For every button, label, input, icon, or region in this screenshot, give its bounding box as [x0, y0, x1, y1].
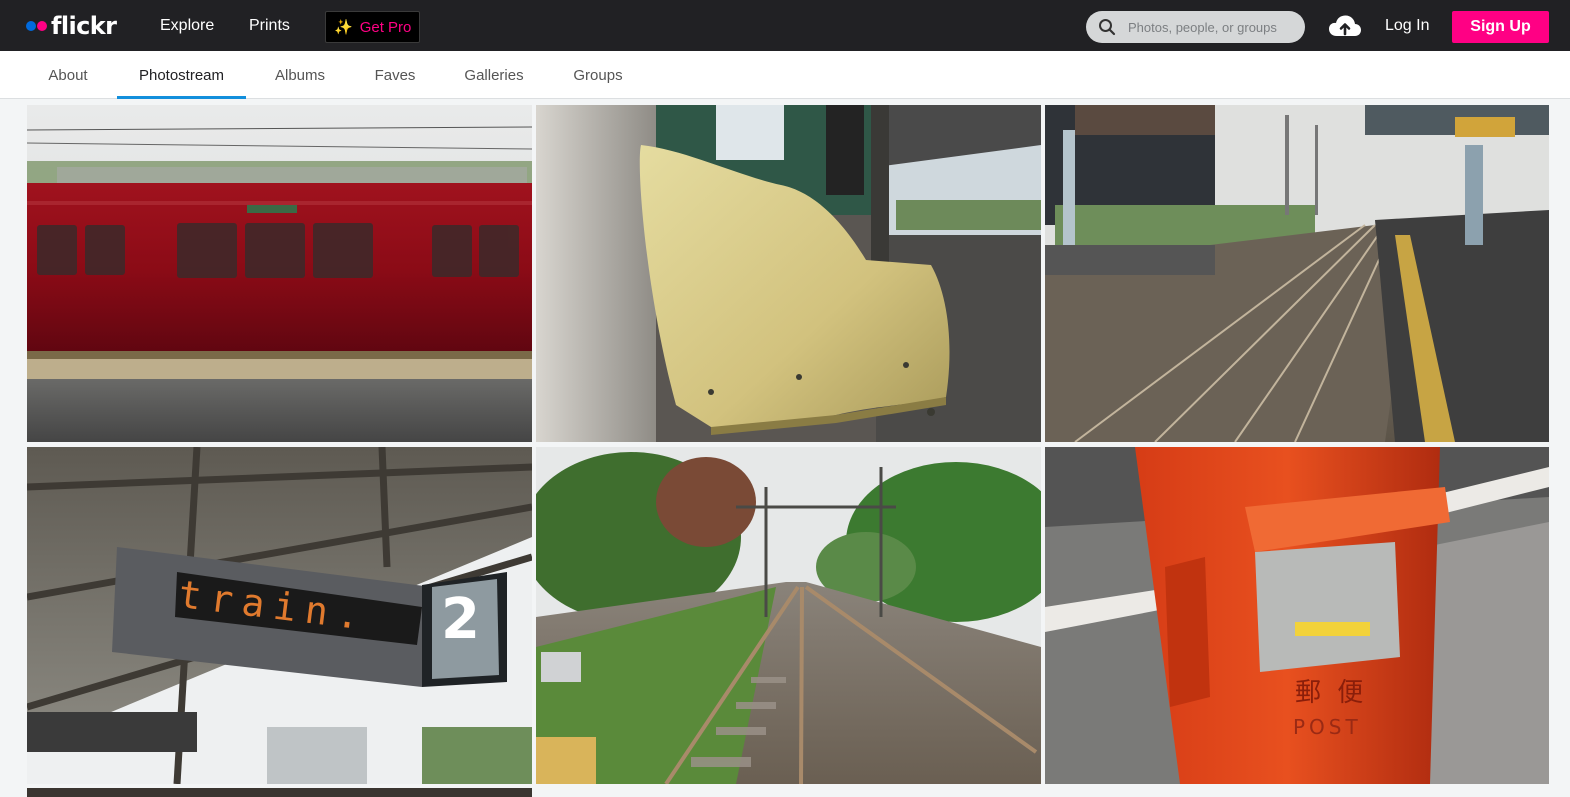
photo-green-tracks-image — [536, 447, 1041, 784]
photo-station-tracks-image — [1045, 105, 1549, 442]
tab-groups[interactable]: Groups — [558, 51, 638, 99]
upload-cloud-icon[interactable] — [1328, 14, 1362, 38]
get-pro-label: Get Pro — [359, 18, 412, 36]
login-link[interactable]: Log In — [1385, 17, 1429, 35]
signup-button[interactable]: Sign Up — [1452, 11, 1549, 43]
profile-subnav: About Photostream Albums Faves Galleries… — [0, 51, 1570, 99]
logo-pink-dot — [37, 21, 47, 31]
search-box[interactable] — [1086, 11, 1305, 43]
photo-yellow-bench-image — [536, 105, 1041, 442]
nav-explore[interactable]: Explore — [160, 17, 214, 35]
sparkle-icon: ✨ — [334, 19, 353, 36]
photo-platform-sign[interactable]: train. 2 — [27, 447, 532, 784]
tab-photostream[interactable]: Photostream — [117, 51, 246, 99]
platform-number: 2 — [441, 587, 480, 652]
photo-green-tracks[interactable] — [536, 447, 1041, 784]
logo-blue-dot — [26, 21, 36, 31]
nav-prints[interactable]: Prints — [249, 17, 290, 35]
photo-red-train-image — [27, 105, 532, 442]
search-input[interactable] — [1128, 17, 1298, 37]
get-pro-button[interactable]: ✨ Get Pro — [325, 11, 420, 43]
flickr-logo[interactable]: flickr — [26, 10, 117, 42]
tab-about[interactable]: About — [28, 51, 108, 99]
photo-post-box[interactable]: 郵 便 POST — [1045, 447, 1549, 784]
photo-yellow-bench[interactable] — [536, 105, 1041, 442]
tab-galleries[interactable]: Galleries — [450, 51, 538, 99]
photo-station-tracks[interactable] — [1045, 105, 1549, 442]
photo-next-row-partial[interactable] — [27, 788, 532, 797]
photo-red-train[interactable] — [27, 105, 532, 442]
top-bar: flickr Explore Prints ✨ Get Pro Log In S… — [0, 0, 1570, 51]
post-box-text: POST — [1293, 715, 1362, 739]
tab-albums[interactable]: Albums — [262, 51, 338, 99]
tab-faves[interactable]: Faves — [358, 51, 432, 99]
post-box-kanji: 郵 便 — [1295, 678, 1368, 708]
logo-text: flickr — [51, 12, 117, 40]
search-icon — [1099, 19, 1116, 36]
